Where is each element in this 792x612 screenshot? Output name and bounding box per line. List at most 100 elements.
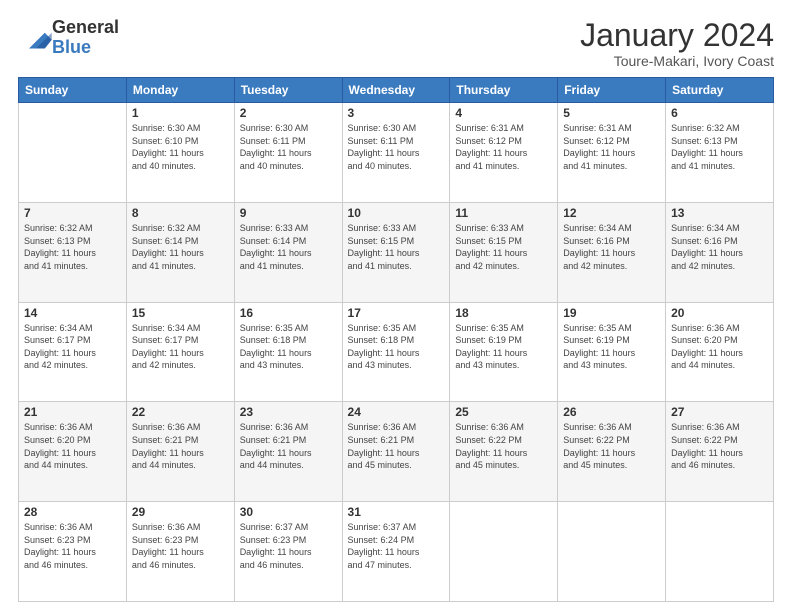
col-wednesday: Wednesday: [342, 78, 450, 103]
header: General Blue January 2024 Toure-Makari, …: [18, 18, 774, 69]
day-info: Sunrise: 6:30 AMSunset: 6:11 PMDaylight:…: [240, 122, 337, 172]
calendar-cell: 17 Sunrise: 6:35 AMSunset: 6:18 PMDayligh…: [342, 302, 450, 402]
day-number: 13: [671, 206, 768, 220]
calendar-cell: 9 Sunrise: 6:33 AMSunset: 6:14 PMDaylight…: [234, 202, 342, 302]
calendar-cell: [450, 502, 558, 602]
day-number: 17: [348, 306, 445, 320]
day-number: 23: [240, 405, 337, 419]
location-subtitle: Toure-Makari, Ivory Coast: [580, 53, 774, 69]
title-block: January 2024 Toure-Makari, Ivory Coast: [580, 18, 774, 69]
logo-blue-text: Blue: [52, 38, 119, 58]
day-info: Sunrise: 6:37 AMSunset: 6:24 PMDaylight:…: [348, 521, 445, 571]
day-number: 10: [348, 206, 445, 220]
day-info: Sunrise: 6:33 AMSunset: 6:15 PMDaylight:…: [348, 222, 445, 272]
calendar-cell: [19, 103, 127, 203]
day-number: 16: [240, 306, 337, 320]
day-info: Sunrise: 6:33 AMSunset: 6:15 PMDaylight:…: [455, 222, 552, 272]
week-row-4: 21 Sunrise: 6:36 AMSunset: 6:20 PMDayligh…: [19, 402, 774, 502]
day-number: 15: [132, 306, 229, 320]
calendar-cell: 28Sunrise: 6:36 AMSunset: 6:23 PMDayligh…: [19, 502, 127, 602]
day-info: Sunrise: 6:30 AMSunset: 6:10 PMDaylight:…: [132, 122, 229, 172]
day-info: Sunrise: 6:32 AMSunset: 6:13 PMDaylight:…: [671, 122, 768, 172]
day-number: 9: [240, 206, 337, 220]
day-number: 30: [240, 505, 337, 519]
day-info: Sunrise: 6:34 AMSunset: 6:17 PMDaylight:…: [132, 322, 229, 372]
day-number: 22: [132, 405, 229, 419]
day-number: 25: [455, 405, 552, 419]
day-info: Sunrise: 6:35 AMSunset: 6:19 PMDaylight:…: [563, 322, 660, 372]
day-info: Sunrise: 6:34 AMSunset: 6:17 PMDaylight:…: [24, 322, 121, 372]
day-info: Sunrise: 6:36 AMSunset: 6:22 PMDaylight:…: [671, 421, 768, 471]
day-info: Sunrise: 6:33 AMSunset: 6:14 PMDaylight:…: [240, 222, 337, 272]
day-number: 3: [348, 106, 445, 120]
day-info: Sunrise: 6:34 AMSunset: 6:16 PMDaylight:…: [563, 222, 660, 272]
col-friday: Friday: [558, 78, 666, 103]
day-info: Sunrise: 6:36 AMSunset: 6:23 PMDaylight:…: [132, 521, 229, 571]
calendar-cell: 31Sunrise: 6:37 AMSunset: 6:24 PMDayligh…: [342, 502, 450, 602]
day-number: 6: [671, 106, 768, 120]
week-row-5: 28 Sunrise: 6:36 AMSunset: 6:23 PMDayligh…: [19, 502, 774, 602]
day-info: Sunrise: 6:35 AMSunset: 6:18 PMDaylight:…: [240, 322, 337, 372]
calendar-cell: 4 Sunrise: 6:31 AMSunset: 6:12 PMDaylight…: [450, 103, 558, 203]
day-number: 29: [132, 505, 229, 519]
logo-icon: [20, 24, 52, 52]
calendar-cell: [558, 502, 666, 602]
calendar-cell: 5 Sunrise: 6:31 AMSunset: 6:12 PMDaylight…: [558, 103, 666, 203]
day-number: 20: [671, 306, 768, 320]
col-monday: Monday: [126, 78, 234, 103]
day-number: 28: [24, 505, 121, 519]
logo-text: General Blue: [52, 18, 119, 58]
day-number: 21: [24, 405, 121, 419]
calendar-cell: 23Sunrise: 6:36 AMSunset: 6:21 PMDayligh…: [234, 402, 342, 502]
calendar-cell: 22 Sunrise: 6:36 AMSunset: 6:21 PMDayligh…: [126, 402, 234, 502]
day-number: 11: [455, 206, 552, 220]
day-number: 26: [563, 405, 660, 419]
day-number: 14: [24, 306, 121, 320]
calendar-cell: 20 Sunrise: 6:36 AMSunset: 6:20 PMDayligh…: [666, 302, 774, 402]
calendar-cell: 15 Sunrise: 6:34 AMSunset: 6:17 PMDayligh…: [126, 302, 234, 402]
day-info: Sunrise: 6:31 AMSunset: 6:12 PMDaylight:…: [455, 122, 552, 172]
calendar-cell: 18 Sunrise: 6:35 AMSunset: 6:19 PMDayligh…: [450, 302, 558, 402]
calendar-cell: 11 Sunrise: 6:33 AMSunset: 6:15 PMDayligh…: [450, 202, 558, 302]
calendar-cell: 29 Sunrise: 6:36 AMSunset: 6:23 PMDayligh…: [126, 502, 234, 602]
week-row-2: 7Sunrise: 6:32 AMSunset: 6:13 PMDaylight…: [19, 202, 774, 302]
calendar-cell: 10 Sunrise: 6:33 AMSunset: 6:15 PMDayligh…: [342, 202, 450, 302]
calendar-cell: 1 Sunrise: 6:30 AMSunset: 6:10 PMDaylight…: [126, 103, 234, 203]
calendar-cell: 3 Sunrise: 6:30 AMSunset: 6:11 PMDaylight…: [342, 103, 450, 203]
day-number: 4: [455, 106, 552, 120]
header-row: Sunday Monday Tuesday Wednesday Thursday…: [19, 78, 774, 103]
day-info: Sunrise: 6:32 AMSunset: 6:14 PMDaylight:…: [132, 222, 229, 272]
month-title: January 2024: [580, 18, 774, 53]
day-number: 5: [563, 106, 660, 120]
calendar-cell: 26 Sunrise: 6:36 AMSunset: 6:22 PMDayligh…: [558, 402, 666, 502]
day-info: Sunrise: 6:36 AMSunset: 6:20 PMDaylight:…: [24, 421, 121, 471]
calendar-cell: 27 Sunrise: 6:36 AMSunset: 6:22 PMDayligh…: [666, 402, 774, 502]
day-info: Sunrise: 6:36 AMSunset: 6:22 PMDaylight:…: [563, 421, 660, 471]
day-info: Sunrise: 6:35 AMSunset: 6:19 PMDaylight:…: [455, 322, 552, 372]
day-info: Sunrise: 6:36 AMSunset: 6:21 PMDaylight:…: [132, 421, 229, 471]
day-info: Sunrise: 6:31 AMSunset: 6:12 PMDaylight:…: [563, 122, 660, 172]
calendar-cell: 14 Sunrise: 6:34 AMSunset: 6:17 PMDayligh…: [19, 302, 127, 402]
day-number: 2: [240, 106, 337, 120]
day-info: Sunrise: 6:30 AMSunset: 6:11 PMDaylight:…: [348, 122, 445, 172]
calendar-cell: [666, 502, 774, 602]
col-sunday: Sunday: [19, 78, 127, 103]
calendar-cell: 13Sunrise: 6:34 AMSunset: 6:16 PMDayligh…: [666, 202, 774, 302]
day-number: 27: [671, 405, 768, 419]
day-number: 24: [348, 405, 445, 419]
calendar-cell: 2 Sunrise: 6:30 AMSunset: 6:11 PMDaylight…: [234, 103, 342, 203]
calendar-cell: 30 Sunrise: 6:37 AMSunset: 6:23 PMDayligh…: [234, 502, 342, 602]
week-row-3: 14 Sunrise: 6:34 AMSunset: 6:17 PMDayligh…: [19, 302, 774, 402]
day-number: 1: [132, 106, 229, 120]
col-tuesday: Tuesday: [234, 78, 342, 103]
day-info: Sunrise: 6:36 AMSunset: 6:22 PMDaylight:…: [455, 421, 552, 471]
day-info: Sunrise: 6:36 AMSunset: 6:20 PMDaylight:…: [671, 322, 768, 372]
day-info: Sunrise: 6:35 AMSunset: 6:18 PMDaylight:…: [348, 322, 445, 372]
day-number: 18: [455, 306, 552, 320]
calendar-cell: 16 Sunrise: 6:35 AMSunset: 6:18 PMDayligh…: [234, 302, 342, 402]
col-thursday: Thursday: [450, 78, 558, 103]
calendar-table: Sunday Monday Tuesday Wednesday Thursday…: [18, 77, 774, 602]
day-info: Sunrise: 6:37 AMSunset: 6:23 PMDaylight:…: [240, 521, 337, 571]
calendar-cell: 8Sunrise: 6:32 AMSunset: 6:14 PMDaylight…: [126, 202, 234, 302]
calendar-cell: 6 Sunrise: 6:32 AMSunset: 6:13 PMDaylight…: [666, 103, 774, 203]
